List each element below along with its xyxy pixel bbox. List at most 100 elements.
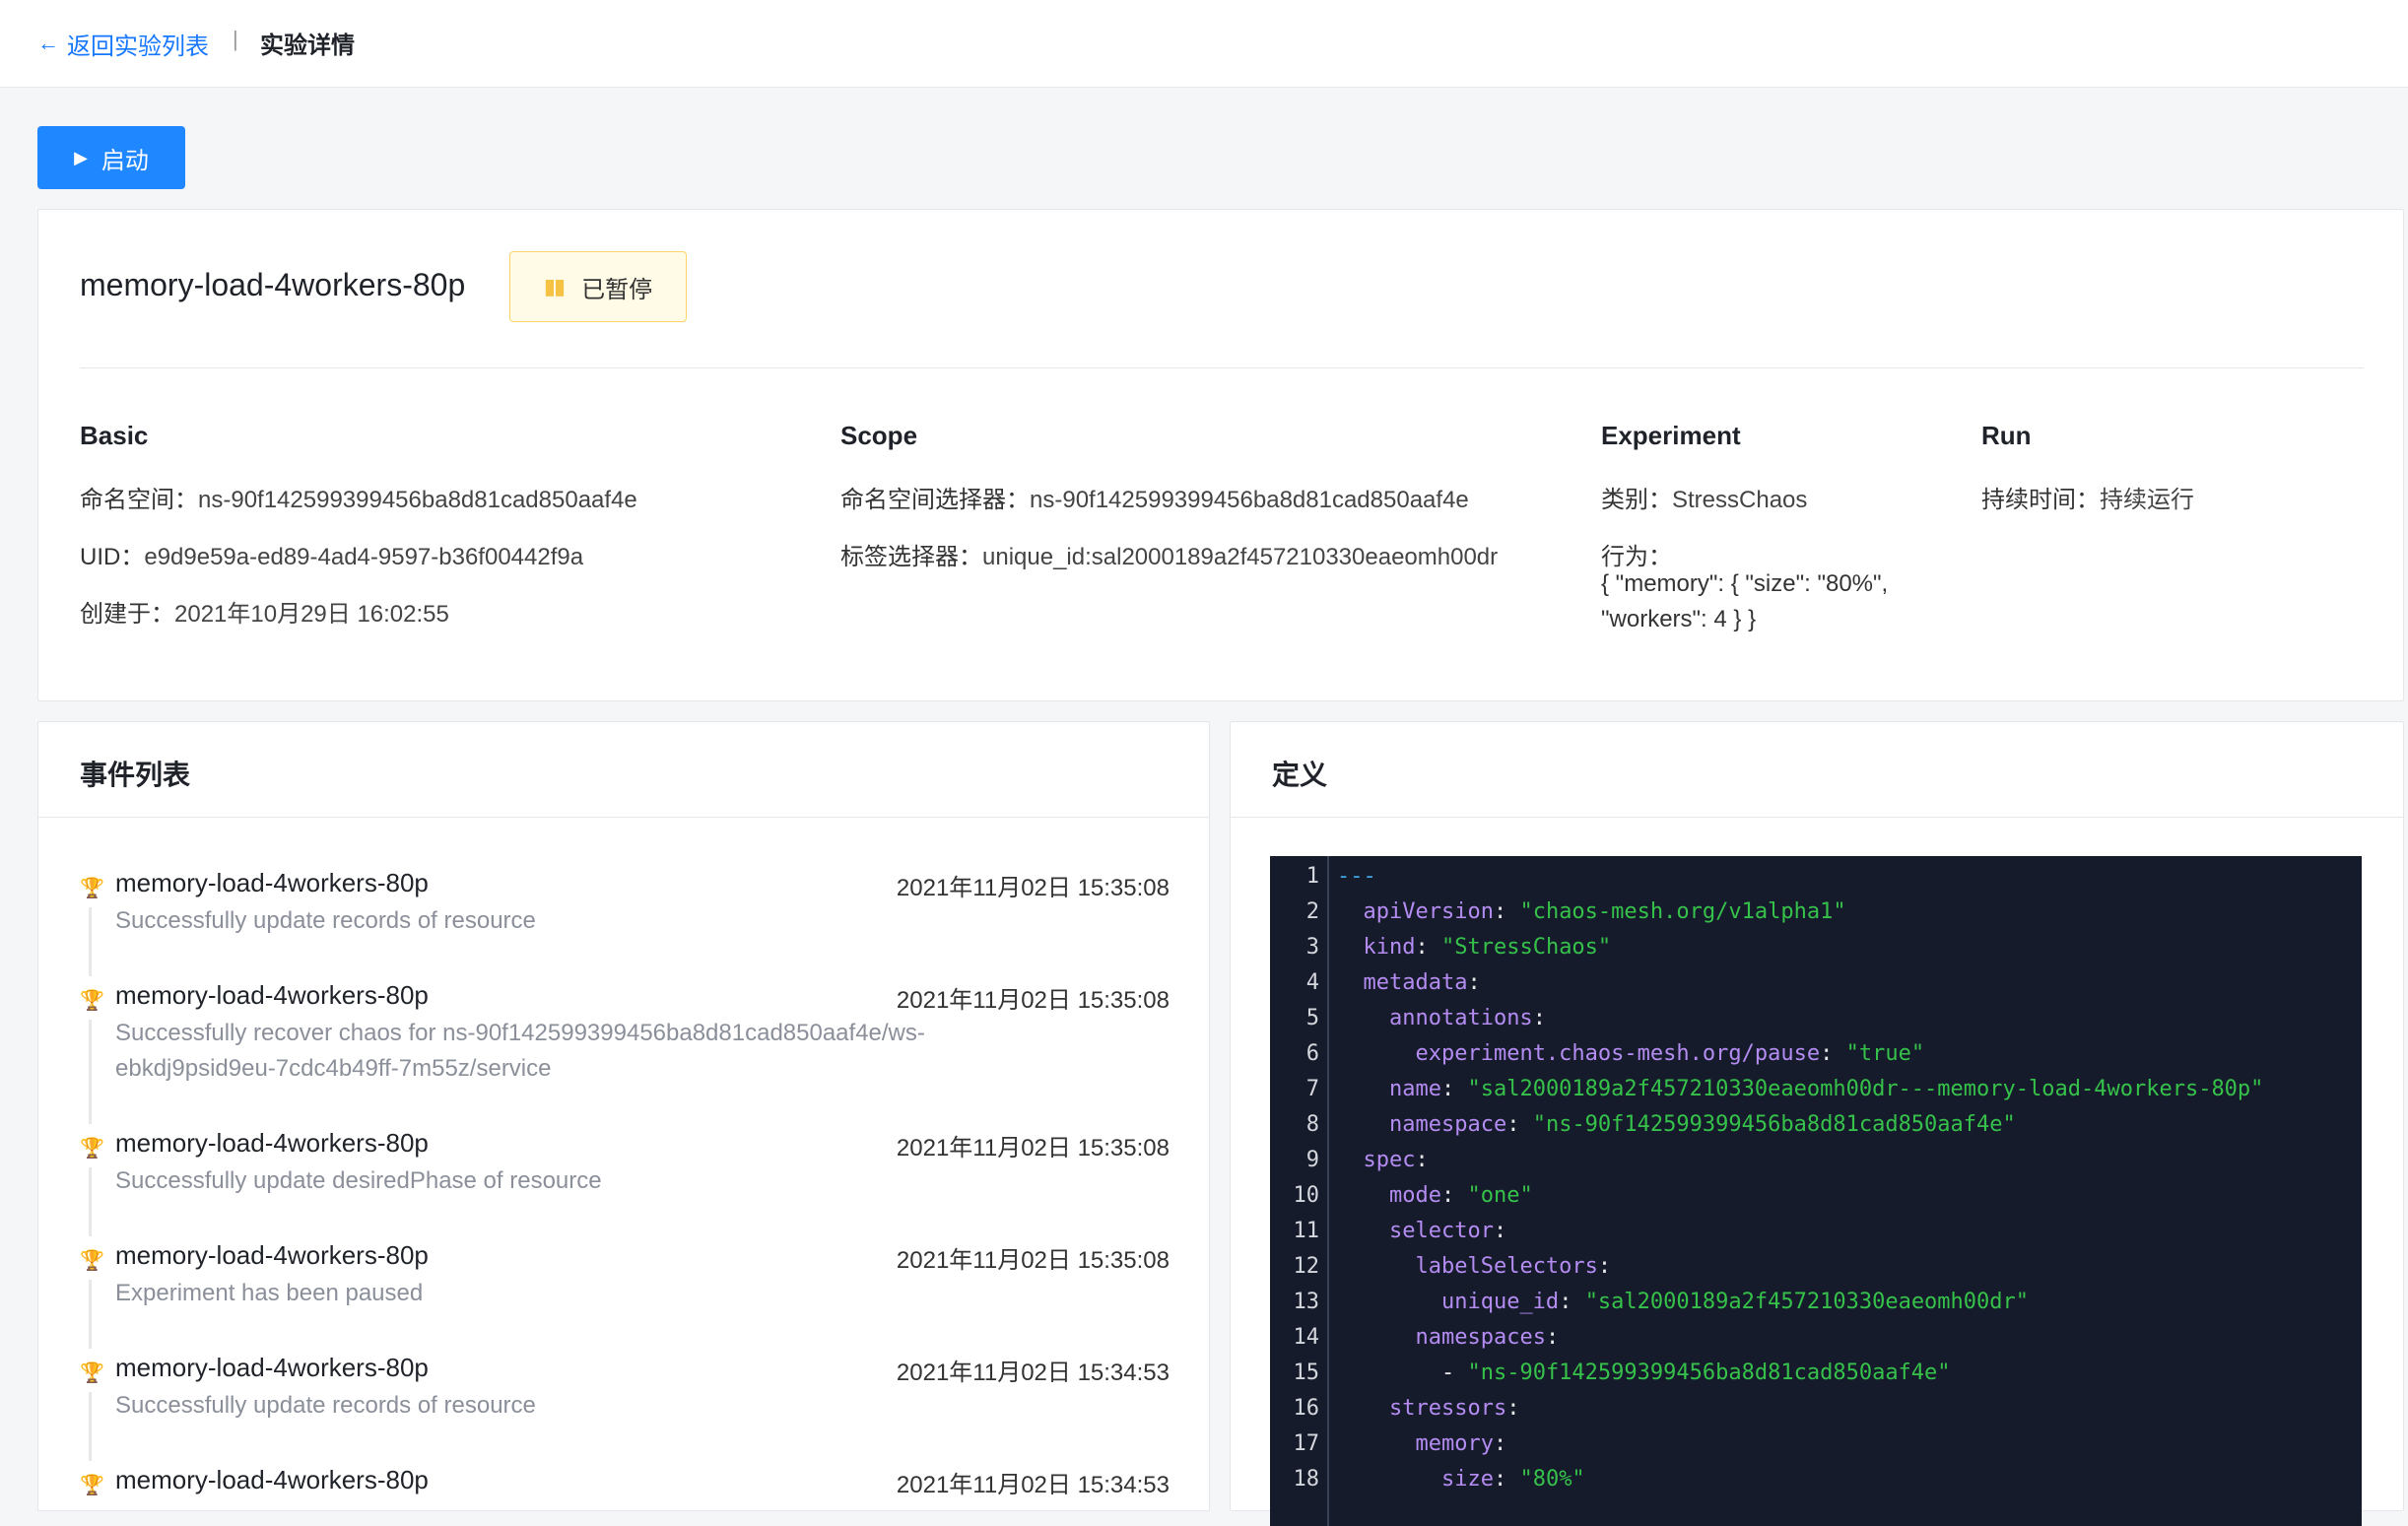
line-number: 12	[1293, 1254, 1320, 1279]
status-badge: ▮▮ 已暂停	[509, 251, 687, 322]
yaml-key: experiment.chaos-mesh.org/pause	[1415, 1041, 1821, 1066]
label-selector-field: 标签选择器：unique_id:sal2000189a2f457210330ea…	[840, 537, 1498, 571]
yaml-key: selector	[1388, 1219, 1494, 1243]
line-number: 4	[1305, 970, 1319, 995]
event-time: 2021年11月02日 15:35:08	[896, 875, 1170, 901]
duration-value: 持续运行	[2100, 487, 2194, 513]
yaml-key: apiVersion	[1363, 899, 1494, 924]
definition-card-header: 定义	[1231, 722, 2403, 818]
yaml-key: labelSelectors	[1415, 1254, 1598, 1279]
events-title: 事件列表	[80, 760, 191, 790]
trophy-icon: 🏆	[80, 1475, 104, 1496]
event-message: Successfully update records of resource	[115, 1392, 536, 1419]
code-line: name: "sal2000189a2f457210330eaeomh00dr-…	[1337, 1077, 2263, 1101]
line-number: 14	[1293, 1325, 1320, 1350]
trophy-icon: 🏆	[80, 1138, 104, 1160]
kind-field: 类别：StressChaos	[1601, 480, 1807, 514]
line-number: 10	[1293, 1183, 1320, 1208]
event-time: 2021年11月02日 15:35:08	[896, 987, 1170, 1014]
code-line: ---	[1337, 864, 1376, 889]
back-to-list-link[interactable]: ← 返回实验列表	[37, 26, 209, 61]
code-line: kind: "StressChaos"	[1337, 935, 1612, 960]
experiment-name: memory-load-4workers-80p	[80, 267, 466, 302]
namespace-value: ns-90f142599399456ba8d81cad850aaf4e	[198, 487, 637, 513]
run-section-title: Run	[1981, 421, 2032, 450]
yaml-key: namespace	[1388, 1112, 1507, 1137]
breadcrumb-separator: |	[233, 27, 238, 51]
yaml-doc-start: ---	[1337, 864, 1376, 889]
event-name: memory-load-4workers-80p	[115, 1465, 429, 1494]
trophy-icon: 🏆	[80, 990, 104, 1012]
yaml-value: "sal2000189a2f457210330eaeomh00dr---memo…	[1467, 1077, 2264, 1101]
yaml-colon: :	[1493, 1219, 1520, 1243]
yaml-colon: :	[1506, 1112, 1533, 1137]
yaml-colon: :	[1506, 1396, 1533, 1421]
line-number: 13	[1293, 1290, 1320, 1314]
code-line: memory:	[1337, 1431, 1519, 1456]
status-label: 已暂停	[581, 276, 653, 303]
namespace-label: 命名空间：	[80, 487, 198, 513]
uid-field: UID：e9d9e59a-ed89-4ad4-9597-b36f00442f9a	[80, 537, 583, 571]
yaml-list-marker: -	[1440, 1360, 1468, 1385]
label-selector-label: 标签选择器：	[840, 544, 982, 570]
line-number: 18	[1293, 1467, 1320, 1492]
code-line: unique_id: "sal2000189a2f457210330eaeomh…	[1337, 1290, 2029, 1314]
yaml-value: "chaos-mesh.org/v1alpha1"	[1519, 899, 1846, 924]
yaml-code-editor[interactable]: 1 2 3 4 5 6 7 8 9 10 11 12 13 14 15 16 17 18 --- apiVersi…	[1270, 856, 2362, 1526]
namespace-selector-field: 命名空间选择器：ns-90f142599399456ba8d81cad850aa…	[840, 480, 1469, 514]
yaml-colon: :	[1467, 970, 1494, 995]
yaml-value: "ns-90f142599399456ba8d81cad850aaf4e"	[1532, 1112, 2016, 1137]
trophy-icon: 🏆	[80, 1250, 104, 1272]
yaml-colon: :	[1545, 1325, 1572, 1350]
line-number: 16	[1293, 1396, 1320, 1421]
line-number: 15	[1293, 1360, 1320, 1385]
code-line: namespace: "ns-90f142599399456ba8d81cad8…	[1337, 1112, 2016, 1137]
event-time: 2021年11月02日 15:34:53	[896, 1360, 1170, 1386]
line-number: 8	[1305, 1112, 1319, 1137]
timeline-line	[89, 1280, 92, 1349]
yaml-value: "sal2000189a2f457210330eaeomh00dr"	[1584, 1290, 2030, 1314]
definition-title: 定义	[1272, 760, 1328, 790]
timeline-line	[89, 907, 92, 976]
kind-value: StressChaos	[1672, 487, 1808, 513]
line-number: 3	[1305, 935, 1319, 960]
experiment-info-card: memory-load-4workers-80p ▮▮ 已暂停 Basic 命名…	[37, 209, 2404, 701]
yaml-value: "StressChaos"	[1440, 935, 1612, 960]
event-name: memory-load-4workers-80p	[115, 868, 429, 897]
yaml-key: kind	[1363, 935, 1416, 960]
code-line: apiVersion: "chaos-mesh.org/v1alpha1"	[1337, 899, 1846, 924]
code-line: mode: "one"	[1337, 1183, 1533, 1208]
trophy-icon: 🏆	[80, 1362, 104, 1384]
line-number: 7	[1305, 1077, 1319, 1101]
code-line: spec:	[1337, 1148, 1441, 1172]
event-time: 2021年11月02日 15:35:08	[896, 1135, 1170, 1161]
yaml-colon: :	[1440, 1183, 1468, 1208]
yaml-colon: :	[1493, 1431, 1520, 1456]
created-value: 2021年10月29日 16:02:55	[174, 601, 449, 628]
yaml-colon: :	[1493, 899, 1520, 924]
back-link-label: 返回实验列表	[67, 33, 209, 60]
event-time: 2021年11月02日 15:35:08	[896, 1247, 1170, 1274]
created-label: 创建于：	[80, 601, 174, 628]
line-number: 1	[1305, 864, 1319, 889]
event-name: memory-load-4workers-80p	[115, 1240, 429, 1270]
uid-label: UID：	[80, 544, 145, 570]
yaml-key: name	[1388, 1077, 1441, 1101]
line-number: 5	[1305, 1006, 1319, 1030]
yaml-colon: :	[1415, 935, 1441, 960]
event-message: Experiment has been paused	[115, 1280, 424, 1306]
definition-card: 定义 1 2 3 4 5 6 7 8 9 10 11 12 13 14 15 16 17 18 --- apiVe…	[1230, 721, 2404, 1526]
code-line: namespaces:	[1337, 1325, 1572, 1350]
experiment-section-title: Experiment	[1601, 421, 1741, 450]
start-button[interactable]: ▶ 启动	[37, 126, 185, 189]
yaml-key: namespaces	[1415, 1325, 1546, 1350]
namespace-field: 命名空间：ns-90f142599399456ba8d81cad850aaf4e	[80, 480, 637, 514]
scope-section-title: Scope	[840, 421, 918, 450]
